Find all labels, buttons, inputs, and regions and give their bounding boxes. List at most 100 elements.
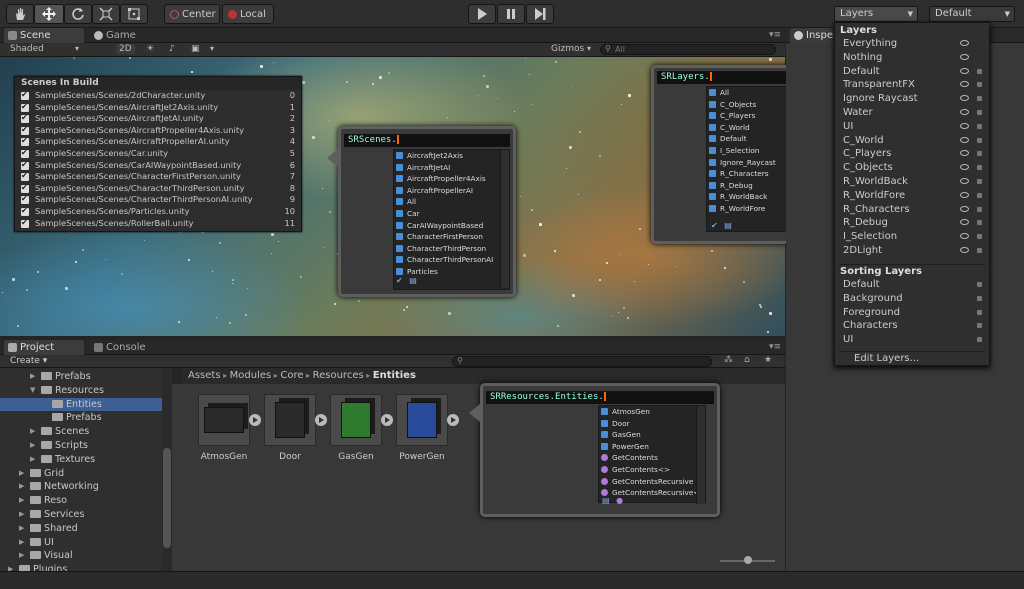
folder-tree-item[interactable]: ▶ Shared (19, 522, 78, 536)
favorite-star-icon[interactable]: ★ (764, 355, 772, 365)
include-checkbox[interactable] (21, 170, 29, 182)
layer-menu-item[interactable]: R_WorldBack (835, 175, 989, 189)
gizmos-dropdown[interactable]: Gizmos (551, 44, 584, 54)
zoom-slider-thumb[interactable] (744, 556, 752, 564)
build-scene-row[interactable]: SampleScenes/Scenes/CharacterThirdPerson… (15, 193, 301, 206)
suggestion-item[interactable]: R_Characters (707, 168, 798, 180)
visibility-eye-icon[interactable] (960, 53, 969, 60)
build-scene-row[interactable]: SampleScenes/Scenes/AircraftJetAI.unity 2 (15, 112, 301, 125)
collapsed-arrow-icon[interactable]: ▶ (19, 494, 24, 508)
suggestion-item[interactable]: Default (707, 133, 798, 145)
build-scene-row[interactable]: SampleScenes/Scenes/RollerBall.unity 11 (15, 217, 301, 230)
build-scene-row[interactable]: SampleScenes/Scenes/AircraftJet2Axis.uni… (15, 101, 301, 114)
layer-menu-item[interactable]: R_Debug (835, 216, 989, 230)
lock-icon[interactable] (977, 96, 982, 102)
suggestion-item[interactable]: CharacterThirdPerson (394, 243, 509, 255)
scrollbar-thumb[interactable] (163, 448, 171, 548)
build-scene-row[interactable]: SampleScenes/Scenes/AircraftPropeller4Ax… (15, 124, 301, 137)
visibility-eye-icon[interactable] (960, 95, 969, 102)
include-checkbox[interactable] (21, 101, 29, 112)
suggestion-item[interactable]: R_Debug (707, 180, 798, 192)
visibility-eye-icon[interactable] (960, 219, 969, 226)
lock-icon[interactable] (977, 179, 982, 184)
include-checkbox[interactable] (21, 147, 29, 159)
scrollbar[interactable] (696, 406, 705, 504)
asset-tile[interactable]: Door (264, 394, 316, 462)
layer-menu-item[interactable]: Default (835, 65, 989, 79)
layer-menu-item[interactable]: 2DLight (835, 244, 989, 258)
suggestion-item[interactable]: C_Objects (707, 99, 798, 111)
visibility-eye-icon[interactable] (960, 233, 969, 240)
visibility-eye-icon[interactable] (960, 205, 969, 212)
lock-icon[interactable] (977, 309, 982, 315)
lock-icon[interactable] (977, 295, 982, 301)
shading-mode-dropdown[interactable]: Shaded (10, 44, 44, 54)
tab-menu-icon[interactable]: ▾≡ (769, 30, 781, 40)
build-scene-row[interactable]: SampleScenes/Scenes/CharacterThirdPerson… (15, 182, 301, 195)
play-button[interactable] (468, 4, 496, 24)
include-checkbox[interactable] (21, 89, 29, 101)
collapsed-arrow-icon[interactable]: ▶ (30, 370, 35, 384)
collapsed-arrow-icon[interactable]: ▶ (30, 425, 35, 439)
asset-tile[interactable]: AtmosGen (198, 394, 250, 462)
create-dropdown[interactable]: Create ▾ (10, 356, 47, 366)
audio-speaker-icon[interactable]: ♪ (169, 44, 175, 54)
suggestion-item[interactable]: AircraftPropeller4Axis (394, 173, 509, 185)
edit-layers-menu-item[interactable]: Edit Layers... (835, 352, 989, 366)
image-effects-icon[interactable]: ▣ (191, 44, 200, 54)
visibility-eye-icon[interactable] (960, 150, 969, 157)
suggestion-item[interactable]: AircraftJetAI (394, 162, 509, 174)
sorting-layer-menu-item[interactable]: Characters (835, 319, 989, 333)
sorting-layer-menu-item[interactable]: Default (835, 278, 989, 292)
include-checkbox[interactable] (21, 182, 29, 193)
visibility-eye-icon[interactable] (960, 81, 969, 88)
lock-icon[interactable] (977, 248, 982, 253)
include-checkbox[interactable] (21, 112, 29, 124)
expand-prefab-icon[interactable] (381, 414, 393, 426)
tab-project[interactable]: Project (4, 340, 84, 355)
scale-tool-button[interactable] (92, 4, 120, 24)
pivot-local-toggle[interactable]: Local (222, 4, 274, 24)
layer-menu-item[interactable]: UI (835, 120, 989, 134)
lock-icon[interactable] (977, 337, 982, 343)
suggestion-item[interactable]: All (394, 196, 509, 208)
suggestion-item[interactable]: GetContents<> (599, 464, 705, 476)
layer-menu-item[interactable]: TransparentFX (835, 78, 989, 92)
folder-tree-item[interactable]: ▶Entities (0, 397, 162, 412)
tab-menu-icon[interactable]: ▾≡ (769, 342, 781, 352)
srscenes-input[interactable]: SRScenes. (344, 134, 510, 147)
folder-tree-item[interactable]: ▶ Networking (19, 480, 99, 494)
collapsed-arrow-icon[interactable]: ▶ (19, 536, 24, 550)
project-search-input[interactable]: ⚲ (452, 356, 712, 367)
visibility-eye-icon[interactable] (960, 191, 969, 198)
layer-menu-item[interactable]: Ignore Raycast (835, 92, 989, 106)
lock-icon[interactable] (977, 220, 982, 226)
suggestion-item[interactable]: I_Selection (707, 145, 798, 157)
layer-menu-item[interactable]: C_Objects (835, 161, 989, 175)
breadcrumb-item[interactable]: Resources (313, 370, 364, 381)
visibility-eye-icon[interactable] (960, 67, 969, 74)
expand-prefab-icon[interactable] (249, 414, 261, 426)
2d-mode-toggle[interactable]: 2D (116, 44, 135, 54)
collapsed-arrow-icon[interactable]: ▶ (30, 453, 35, 467)
lock-icon[interactable] (977, 68, 982, 74)
lock-icon[interactable] (977, 123, 982, 129)
collapsed-arrow-icon[interactable]: ▶ (30, 439, 35, 453)
lock-icon[interactable] (977, 151, 982, 157)
layer-menu-item[interactable]: C_Players (835, 147, 989, 161)
include-checkbox[interactable] (21, 159, 29, 170)
expand-prefab-icon[interactable] (315, 414, 327, 426)
scene-search-input[interactable]: ⚲ All (600, 44, 776, 55)
folder-tree-item[interactable]: ▶ Grid (19, 467, 64, 481)
folder-tree-item[interactable]: ▶ Plugins (8, 563, 67, 571)
srlayers-input[interactable]: SRLayers. (657, 71, 805, 84)
suggestion-item[interactable]: CarAIWaypointBased (394, 220, 509, 232)
scrollbar[interactable] (162, 368, 172, 571)
lock-icon[interactable] (977, 192, 982, 198)
include-checkbox[interactable] (21, 124, 29, 135)
folder-tree-item[interactable]: ▶Prefabs (52, 411, 102, 425)
collapsed-arrow-icon[interactable]: ▶ (19, 549, 24, 563)
zoom-slider[interactable] (720, 556, 775, 564)
build-scene-row[interactable]: SampleScenes/Scenes/AircraftPropellerAI.… (15, 135, 301, 148)
layer-menu-item[interactable]: Everything (835, 37, 989, 51)
